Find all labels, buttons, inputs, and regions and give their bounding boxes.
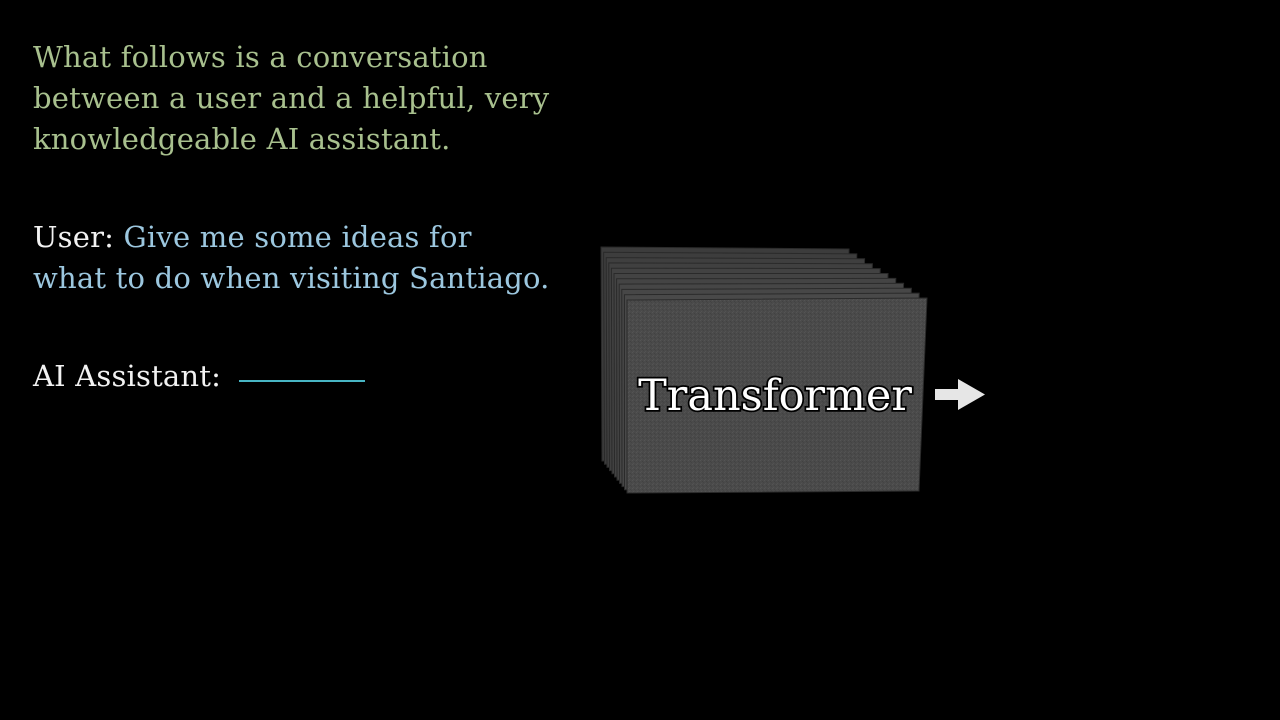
transformer-layer-stack [600, 246, 928, 494]
arrow-right-icon [935, 379, 985, 410]
transformer-label: Transformer [638, 371, 912, 421]
transformer-diagram: Transformer [600, 246, 985, 494]
